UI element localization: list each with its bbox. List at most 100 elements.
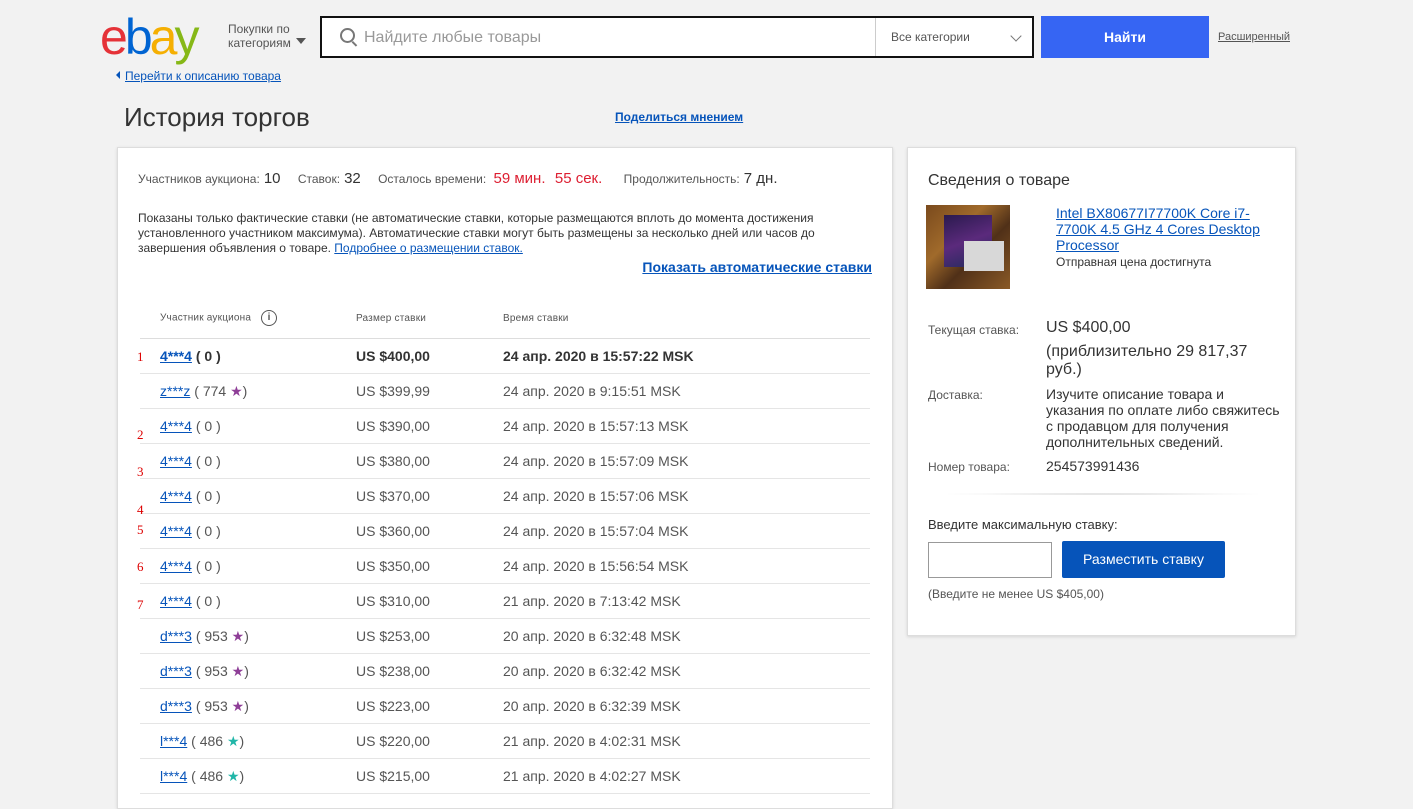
- feedback-star-icon: ★: [230, 382, 243, 399]
- bidder-feedback: ( 953 ★): [195, 627, 249, 644]
- bidder-link[interactable]: d***3: [160, 698, 192, 714]
- bidder-link[interactable]: z***z: [160, 383, 190, 399]
- bidder-cell: 4***4 ( 0 ): [140, 443, 356, 479]
- feedback-score: 0: [204, 593, 213, 609]
- category-select[interactable]: Все категории: [875, 18, 1034, 56]
- feedback-star-icon: ★: [226, 767, 240, 784]
- annotation-number: 4: [137, 502, 144, 517]
- bid-history-panel: Участников аукциона: 10 Ставок: 32 Осталос…: [117, 147, 893, 809]
- bidder-link[interactable]: 4***4: [160, 593, 192, 609]
- bidder-cell: d***3 ( 953 ★): [140, 688, 356, 724]
- bidder-link[interactable]: l***4: [160, 768, 187, 784]
- bid-amount: US $253,00: [356, 618, 503, 654]
- bid-time: 24 апр. 2020 в 9:15:51 MSK: [503, 373, 870, 409]
- bidder-link[interactable]: 4***4: [160, 488, 192, 504]
- max-bid-label: Введите максимальную ставку:: [928, 517, 1118, 532]
- feedback-score: 953: [204, 697, 228, 714]
- item-title-link[interactable]: Intel BX80677I77700K Core i7-7700K 4.5 G…: [1056, 205, 1276, 253]
- search-input[interactable]: [362, 24, 876, 52]
- bidder-cell: 4***4 ( 0 ): [140, 478, 356, 514]
- show-auto-bids-link[interactable]: Показать автоматические ставки: [642, 259, 872, 275]
- table-row: 4***4 ( 0 ) US $310,00 21 апр. 2020 в 7:13…: [140, 583, 870, 619]
- bid-amount: US $310,00: [356, 583, 503, 619]
- back-to-item-link[interactable]: Перейти к описанию товара: [125, 69, 281, 83]
- bidder-cell: 4***4 ( 0 ): [140, 583, 356, 619]
- table-row: z***z ( 774 ★) US $399,99 24 апр. 2020 в 9…: [140, 373, 870, 409]
- bid-amount: US $390,00: [356, 408, 503, 444]
- item-number-label: Номер товара:: [928, 460, 1010, 474]
- bid-time: 24 апр. 2020 в 15:57:06 MSK: [503, 478, 870, 514]
- bidder-feedback: ( 0 ): [195, 593, 221, 609]
- ebay-logo[interactable]: ebay: [100, 9, 199, 65]
- feedback-score: 0: [204, 418, 213, 434]
- search-button[interactable]: Найти: [1041, 16, 1209, 58]
- bidder-link[interactable]: 4***4: [160, 523, 192, 539]
- bid-amount: US $370,00: [356, 478, 503, 514]
- shipping-label: Доставка:: [928, 388, 983, 402]
- item-details-panel: Сведения о товаре Intel BX80677I77700K C…: [907, 147, 1296, 636]
- bid-time: 20 апр. 2020 в 6:32:39 MSK: [503, 688, 870, 724]
- bidder-link[interactable]: l***4: [160, 733, 187, 749]
- table-row: d***3 ( 953 ★) US $223,00 20 апр. 2020 в 6…: [140, 688, 870, 724]
- bidder-link[interactable]: 4***4: [160, 558, 192, 574]
- bidder-link[interactable]: d***3: [160, 628, 192, 644]
- bidder-cell: 4***4 ( 0 ): [140, 513, 356, 549]
- reserve-status: Отправная цена достигнута: [1056, 255, 1212, 269]
- divider: [948, 493, 1258, 495]
- bid-time: 24 апр. 2020 в 15:57:22 MSK: [503, 338, 870, 374]
- bid-table: Участник аукциона i Размер ставки Время с…: [140, 298, 870, 794]
- time-left-label: Осталось времени:: [378, 172, 487, 186]
- back-to-item[interactable]: Перейти к описанию товара: [116, 69, 281, 83]
- bidder-cell: d***3 ( 953 ★): [140, 618, 356, 654]
- bid-amount: US $223,00: [356, 688, 503, 724]
- bidder-link[interactable]: d***3: [160, 663, 192, 679]
- bidder-feedback: ( 0 ): [195, 348, 221, 364]
- bid-amount: US $400,00: [356, 338, 503, 374]
- time-left-minutes: 59 мин.: [493, 170, 546, 187]
- bidder-cell: 4***4 ( 0 ): [140, 408, 356, 444]
- col-time-header: Время ставки: [503, 298, 870, 339]
- bid-amount: US $220,00: [356, 723, 503, 759]
- bids-value: 32: [344, 170, 361, 187]
- duration-value: 7 дн.: [743, 170, 778, 187]
- bidder-link[interactable]: 4***4: [160, 453, 192, 469]
- bid-amount: US $380,00: [356, 443, 503, 479]
- annotation-number: 6: [137, 559, 144, 574]
- bidder-cell: 4***4 ( 0 ): [140, 548, 356, 584]
- annotation-number: 3: [137, 464, 144, 479]
- share-feedback-link[interactable]: Поделиться мнением: [615, 110, 743, 124]
- bidder-cell: z***z ( 774 ★): [140, 373, 356, 409]
- feedback-score: 953: [204, 627, 228, 644]
- page-title: История торгов: [124, 102, 310, 132]
- bid-time: 24 апр. 2020 в 15:56:54 MSK: [503, 548, 870, 584]
- bid-amount: US $215,00: [356, 758, 503, 794]
- shop-by-line2: категориям: [228, 36, 291, 50]
- feedback-score: 0: [204, 453, 213, 469]
- advanced-search-link[interactable]: Расширенный: [1218, 31, 1290, 43]
- annotation-number: 7: [137, 597, 144, 612]
- feedback-score: 486: [199, 767, 224, 784]
- item-thumbnail[interactable]: [926, 205, 1010, 289]
- bidder-cell: 4***4 ( 0 ): [140, 338, 356, 374]
- annotation-number: 1: [137, 349, 144, 364]
- bidder-link[interactable]: 4***4: [160, 348, 192, 364]
- bid-note-link[interactable]: Подробнее о размещении ставок.: [334, 241, 523, 255]
- bidder-link[interactable]: 4***4: [160, 418, 192, 434]
- current-bid-value: US $400,00: [1046, 319, 1131, 336]
- place-bid-button[interactable]: Разместить ставку: [1062, 541, 1225, 578]
- bid-time: 21 апр. 2020 в 4:02:31 MSK: [503, 723, 870, 759]
- feedback-score: 0: [204, 523, 213, 539]
- table-row: d***3 ( 953 ★) US $253,00 20 апр. 2020 в 6…: [140, 618, 870, 654]
- info-icon[interactable]: i: [261, 310, 278, 326]
- bid-amount: US $360,00: [356, 513, 503, 549]
- max-bid-input[interactable]: [928, 542, 1052, 578]
- bid-time: 24 апр. 2020 в 15:57:13 MSK: [503, 408, 870, 444]
- bid-time: 24 апр. 2020 в 15:57:09 MSK: [503, 443, 870, 479]
- shop-by-category-button[interactable]: Покупки по категориям: [228, 22, 306, 50]
- table-row: l***4 ( 486 ★) US $215,00 21 апр. 2020 в 4…: [140, 758, 870, 794]
- bid-time: 24 апр. 2020 в 15:57:04 MSK: [503, 513, 870, 549]
- logo-letter-y: y: [174, 9, 199, 65]
- duration-label: Продолжительность:: [623, 172, 740, 186]
- current-bid-label: Текущая ставка:: [928, 323, 1020, 337]
- bidder-feedback: ( 486 ★): [191, 732, 245, 749]
